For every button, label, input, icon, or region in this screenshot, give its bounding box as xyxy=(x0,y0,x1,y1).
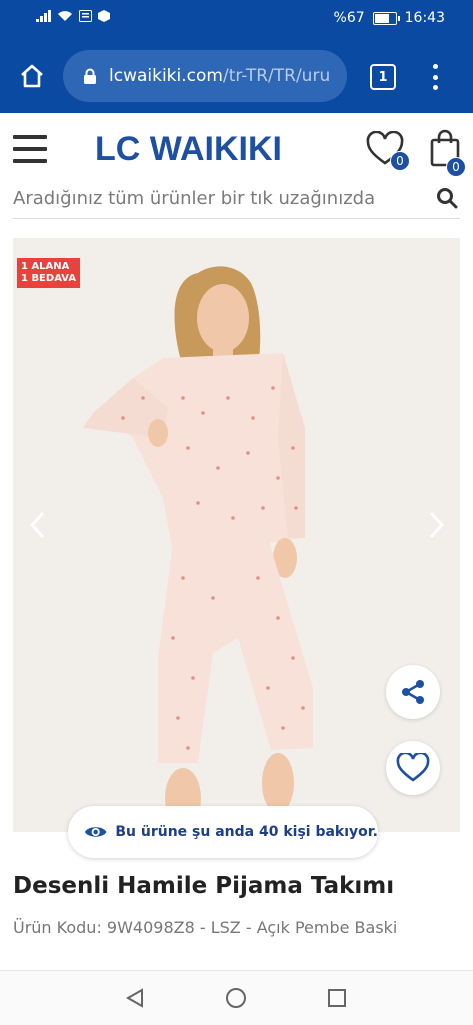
system-navigation-bar xyxy=(0,970,473,1025)
add-to-favorites-button[interactable] xyxy=(386,741,440,795)
chevron-right-icon[interactable] xyxy=(425,510,447,540)
share-button[interactable] xyxy=(386,665,440,719)
battery-percent: %67 xyxy=(333,10,365,26)
heart-outline-icon xyxy=(396,753,430,782)
status-icons-left xyxy=(36,10,110,22)
url-text: lcwaikiki.com/tr-TR/TR/uru xyxy=(109,66,335,86)
cart-button[interactable]: 0 xyxy=(428,127,468,177)
address-bar[interactable]: lcwaikiki.com/tr-TR/TR/uru xyxy=(63,50,347,102)
tab-count: 1 xyxy=(378,69,388,85)
share-icon xyxy=(402,680,424,704)
favorites-count-badge: 0 xyxy=(390,151,410,171)
promo-line-1: 1 ALANA xyxy=(21,261,70,272)
viewers-count-pill: Bu ürüne şu anda 40 kişi bakıyor. xyxy=(68,806,378,858)
cart-count-badge: 0 xyxy=(446,157,466,177)
status-icons-right: %67 16:43 xyxy=(334,10,445,26)
hamburger-menu-icon[interactable] xyxy=(13,135,47,163)
status-bar: %67 16:43 xyxy=(0,0,473,40)
battery-icon xyxy=(372,11,400,25)
home-circle-icon[interactable] xyxy=(225,987,247,1009)
browser-home-button[interactable] xyxy=(14,58,50,94)
url-domain: lcwaikiki.com xyxy=(109,66,223,86)
home-icon xyxy=(21,64,43,88)
eye-icon xyxy=(84,827,107,837)
search-bar xyxy=(13,183,460,219)
search-icon[interactable] xyxy=(436,187,458,209)
promo-badge: 1 ALANA 1 BEDAVA xyxy=(17,258,81,288)
browser-toolbar: lcwaikiki.com/tr-TR/TR/uru 1 xyxy=(0,40,473,113)
more-dots-icon xyxy=(432,64,438,69)
recent-apps-square-icon[interactable] xyxy=(327,988,347,1008)
chevron-left-icon[interactable] xyxy=(27,510,49,540)
favorites-button[interactable]: 0 xyxy=(366,129,410,171)
notification-icon xyxy=(79,10,92,22)
box-icon xyxy=(98,10,110,22)
product-image[interactable]: 1 ALANA 1 BEDAVA xyxy=(13,238,460,832)
viewers-count-text: Bu ürüne şu anda 40 kişi bakıyor. xyxy=(115,824,378,840)
browser-menu-button[interactable] xyxy=(428,64,442,90)
lock-icon xyxy=(84,68,96,84)
promo-line-2: 1 BEDAVA xyxy=(21,273,77,284)
site-logo[interactable]: LC WAIKIKI xyxy=(95,131,282,167)
url-path: /tr-TR/TR/uru xyxy=(222,66,331,86)
search-input[interactable] xyxy=(13,183,408,213)
product-title: Desenli Hamile Pijama Takımı xyxy=(13,873,395,899)
back-triangle-icon[interactable] xyxy=(124,987,146,1009)
product-photo xyxy=(13,238,460,832)
clock: 16:43 xyxy=(404,10,445,26)
tab-switcher-button[interactable]: 1 xyxy=(370,64,396,90)
product-code: Ürün Kodu: 9W4098Z8 - LSZ - Açık Pembe B… xyxy=(13,918,398,937)
signal-icon xyxy=(36,10,51,22)
wifi-icon xyxy=(58,11,72,21)
site-header: LC WAIKIKI 0 0 xyxy=(0,113,473,183)
